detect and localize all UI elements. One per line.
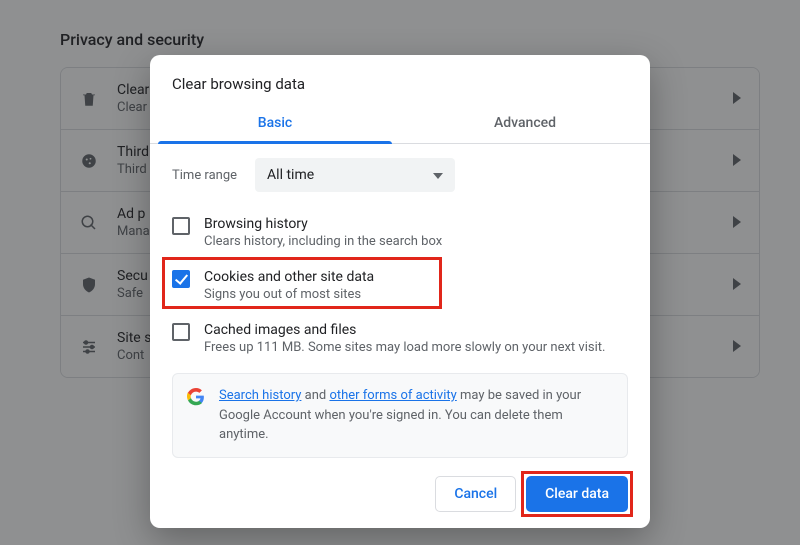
dialog-tabs: Basic Advanced bbox=[150, 105, 650, 144]
modal-overlay: Clear browsing data Basic Advanced Time … bbox=[0, 0, 800, 545]
option-cookies[interactable]: Cookies and other site data Signs you ou… bbox=[172, 261, 628, 314]
link-search-history[interactable]: Search history bbox=[219, 388, 301, 403]
time-range-dropdown[interactable]: All time bbox=[255, 158, 455, 192]
info-text: Search history and other forms of activi… bbox=[219, 386, 613, 445]
clear-browsing-data-dialog: Clear browsing data Basic Advanced Time … bbox=[150, 55, 650, 528]
option-sub: Clears history, including in the search … bbox=[204, 234, 442, 249]
option-browsing-history[interactable]: Browsing history Clears history, includi… bbox=[172, 208, 628, 261]
checkbox-cached[interactable] bbox=[172, 323, 190, 341]
option-title: Cookies and other site data bbox=[204, 269, 374, 285]
tab-advanced[interactable]: Advanced bbox=[400, 105, 650, 143]
checkbox-cookies[interactable] bbox=[172, 270, 190, 288]
tab-basic[interactable]: Basic bbox=[150, 105, 400, 143]
time-range-label: Time range bbox=[172, 168, 237, 183]
option-title: Cached images and files bbox=[204, 322, 605, 338]
option-cached[interactable]: Cached images and files Frees up 111 MB.… bbox=[172, 314, 628, 367]
cancel-button[interactable]: Cancel bbox=[435, 476, 516, 512]
clear-data-button[interactable]: Clear data bbox=[526, 476, 628, 512]
google-g-icon bbox=[187, 388, 205, 406]
checkbox-browsing-history[interactable] bbox=[172, 217, 190, 235]
option-sub: Frees up 111 MB. Some sites may load mor… bbox=[204, 340, 605, 355]
dialog-title: Clear browsing data bbox=[150, 55, 650, 105]
option-sub: Signs you out of most sites bbox=[204, 287, 374, 302]
info-box: Search history and other forms of activi… bbox=[172, 373, 628, 458]
link-other-activity[interactable]: other forms of activity bbox=[329, 388, 456, 403]
option-title: Browsing history bbox=[204, 216, 442, 232]
time-range-value: All time bbox=[267, 167, 314, 183]
caret-down-icon bbox=[433, 167, 443, 183]
